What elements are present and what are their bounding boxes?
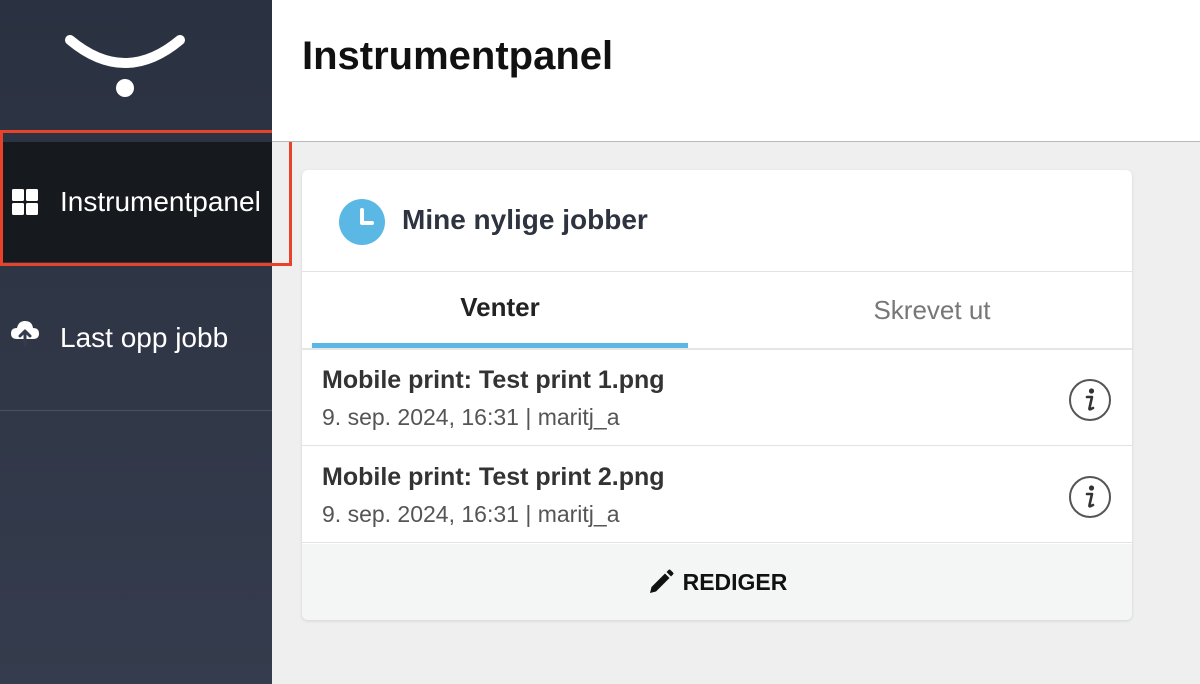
job-tabs: Venter Skrevet ut	[312, 272, 1132, 348]
top-header: Instrumentpanel	[272, 0, 1200, 142]
job-meta: 9. sep. 2024, 16:31 | maritj_a	[322, 404, 620, 430]
card-title: Mine nylige jobber	[402, 204, 648, 235]
page-title: Instrumentpanel	[302, 34, 614, 78]
tab-skrevet-ut[interactable]: Skrevet ut	[742, 272, 1122, 348]
card-footer: REDIGER	[302, 544, 1132, 620]
info-icon[interactable]	[1068, 378, 1112, 422]
job-title: Mobile print: Test print 2.png	[322, 463, 665, 491]
clock-icon	[339, 199, 385, 245]
job-meta: 9. sep. 2024, 16:31 | maritj_a	[322, 501, 620, 527]
list-item[interactable]: Mobile print: Test print 2.png 9. sep. 2…	[302, 447, 1132, 543]
sidebar-item-last-opp-jobb[interactable]: Last opp jobb	[0, 265, 272, 411]
sidebar-item-label: Instrumentpanel	[60, 186, 261, 217]
job-title: Mobile print: Test print 1.png	[322, 366, 665, 394]
edit-button-label: REDIGER	[682, 568, 788, 595]
info-icon[interactable]	[1068, 475, 1112, 519]
pencil-icon	[649, 569, 674, 593]
cloud-upload-icon	[11, 321, 39, 347]
card-header: Mine nylige jobber	[302, 170, 1132, 272]
tab-venter[interactable]: Venter	[312, 272, 688, 348]
sidebar-item-label: Last opp jobb	[60, 321, 229, 353]
sidebar: Instrumentpanel Last opp jobb	[0, 0, 272, 684]
recent-jobs-card: Mine nylige jobber Venter Skrevet ut Mob…	[302, 170, 1132, 620]
brand-logo[interactable]	[62, 28, 188, 100]
dashboard-icon	[12, 189, 38, 215]
list-item[interactable]: Mobile print: Test print 1.png 9. sep. 2…	[302, 350, 1132, 446]
edit-button[interactable]: REDIGER	[647, 568, 788, 596]
sidebar-item-instrumentpanel[interactable]: Instrumentpanel	[0, 142, 272, 262]
